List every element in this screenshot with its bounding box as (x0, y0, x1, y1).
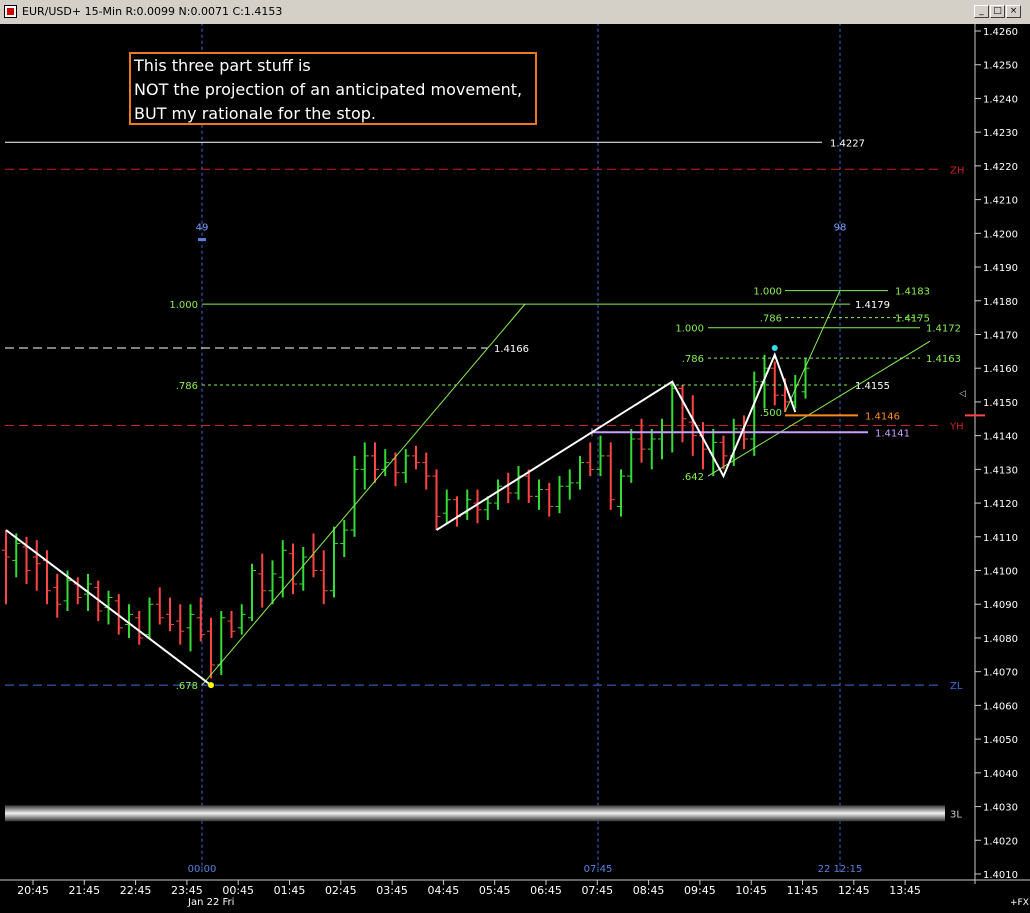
zh-label: ZH (950, 165, 964, 176)
swing-low-marker (208, 682, 214, 689)
y-tick-label: 1.4120 (983, 499, 1018, 510)
x-tick-label: 22:45 (120, 884, 152, 897)
axis-corner-label: +FX (1010, 898, 1029, 908)
x-tick-label: 02:45 (325, 884, 357, 897)
fib-right-786-lower-value: 1.4163 (926, 354, 961, 365)
y-tick-label: 1.4170 (983, 330, 1018, 341)
x-tick-label: 06:45 (530, 884, 562, 897)
y-tick-label: 1.4260 (983, 27, 1018, 38)
fib-left-low-ratio: .678 (176, 681, 198, 692)
chart-background (0, 24, 1030, 913)
chart-app-icon (4, 5, 17, 18)
y-tick-label: 1.4140 (983, 432, 1018, 443)
y-tick-label: 1.4010 (983, 870, 1018, 881)
band-3l-label: 3L (950, 809, 962, 820)
x-tick-label: 03:45 (376, 884, 408, 897)
y-tick-label: 1.4250 (983, 61, 1018, 72)
annotation-line: This three part stuff is (133, 56, 311, 75)
close-button[interactable]: × (1006, 5, 1021, 18)
x-tick-label: 10:45 (735, 884, 767, 897)
y-tick-label: 1.4190 (983, 263, 1018, 274)
x-tick-label: 23:45 (171, 884, 203, 897)
level-label-1-4166: 1.4166 (494, 344, 529, 355)
x-tick-label: 05:45 (479, 884, 511, 897)
x-tick-label: 13:45 (889, 884, 921, 897)
fib-left-786-ratio: .786 (176, 381, 198, 392)
yh-label: YH (949, 422, 964, 433)
fib-right-642-ratio: .642 (682, 472, 704, 483)
y-tick-label: 1.4020 (983, 836, 1018, 847)
x-tick-label: 07:45 (581, 884, 613, 897)
y-tick-label: 1.4230 (983, 128, 1018, 139)
fib-right-1000-upper-ratio: 1.000 (753, 287, 782, 298)
annotation-line: NOT the projection of an anticipated mov… (134, 80, 522, 99)
window-title: EUR/USD+ 15-Min R:0.0099 N:0.0071 C:1.41… (22, 5, 283, 18)
x-tick-label: 21:45 (68, 884, 100, 897)
marker-time-label: 00:00 (188, 864, 217, 875)
band-3l (5, 805, 945, 822)
y-tick-label: 1.4180 (983, 297, 1018, 308)
fib-left-786-value: 1.4155 (855, 381, 890, 392)
bar-count-label: 49 (196, 223, 209, 234)
y-tick-label: 1.4130 (983, 465, 1018, 476)
marker-time-label: 22 12:15 (818, 864, 863, 875)
y-tick-label: 1.4160 (983, 364, 1018, 375)
x-tick-label: 04:45 (428, 884, 460, 897)
x-tick-label: 09:45 (684, 884, 716, 897)
stop-line-label: 1.4146 (865, 411, 900, 422)
x-tick-label: 20:45 (17, 884, 49, 897)
price-chart[interactable]: 1.4260 1.4250 1.4240 1.4230 1.4220 1.4210 1.42… (0, 24, 1030, 913)
y-tick-label: 1.4030 (983, 803, 1018, 814)
price-pointer-icon: ◁ (959, 389, 966, 399)
fib-left-1000-ratio: 1.000 (169, 300, 198, 311)
y-tick-label: 1.4220 (983, 162, 1018, 173)
x-tick-label: 01:45 (274, 884, 306, 897)
fib-right-786-lower-ratio: .786 (682, 354, 704, 365)
marker-time-label: 07:45 (584, 864, 613, 875)
y-tick-label: 1.4080 (983, 634, 1018, 645)
swing-high-marker (771, 344, 778, 351)
y-tick-label: 1.4040 (983, 769, 1018, 780)
bar-count-label: 98 (834, 223, 847, 234)
fib-right-786-upper-value: 1.4175 (895, 314, 930, 325)
fib-right-1000-upper-value: 1.4183 (895, 287, 930, 298)
fib-right-1000-lower-value: 1.4172 (926, 324, 961, 335)
yh-high-label: 1.4141 (875, 428, 910, 439)
y-tick-label: 1.4110 (983, 533, 1018, 544)
maximize-button[interactable]: □ (990, 5, 1005, 18)
y-tick-label: 1.4240 (983, 94, 1018, 105)
y-tick-label: 1.4090 (983, 600, 1018, 611)
fib-left-1000-value: 1.4179 (855, 300, 890, 311)
marker-handle (198, 238, 206, 242)
x-tick-label: 00:45 (222, 884, 254, 897)
zl-label: ZL (950, 681, 963, 692)
y-tick-label: 1.4200 (983, 229, 1018, 240)
y-tick-label: 1.4150 (983, 398, 1018, 409)
y-tick-label: 1.4210 (983, 196, 1018, 207)
fib-right-1000-lower-ratio: 1.000 (675, 324, 704, 335)
level-label-1-4227: 1.4227 (830, 138, 865, 149)
y-tick-label: 1.4070 (983, 668, 1018, 679)
annotation-line: BUT my rationale for the stop. (134, 104, 376, 123)
x-tick-label: 11:45 (787, 884, 819, 897)
x-tick-label: 08:45 (633, 884, 665, 897)
window-titlebar: EUR/USD+ 15-Min R:0.0099 N:0.0071 C:1.41… (0, 0, 1030, 25)
minimize-button[interactable]: _ (974, 5, 989, 18)
y-tick-label: 1.4050 (983, 735, 1018, 746)
fib-right-786-upper-ratio: .786 (760, 314, 782, 325)
x-date-label: Jan 22 Fri (187, 897, 234, 908)
y-tick-label: 1.4060 (983, 701, 1018, 712)
y-tick-label: 1.4100 (983, 567, 1018, 578)
fib-right-500-ratio: .500 (760, 408, 782, 419)
x-tick-label: 12:45 (838, 884, 870, 897)
